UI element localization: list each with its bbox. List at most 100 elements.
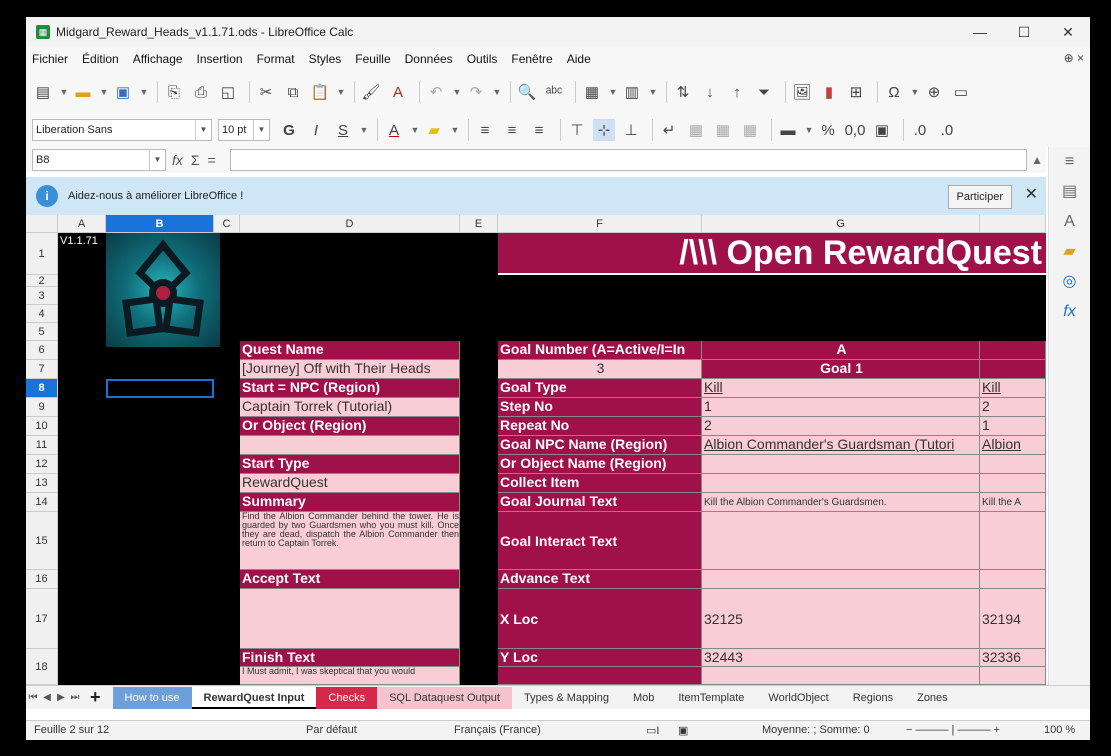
print-preview-icon[interactable]: ◱: [217, 81, 239, 103]
align-bottom-icon[interactable]: ⊥: [620, 119, 642, 141]
chevron-down-icon[interactable]: ▼: [910, 81, 920, 103]
insert-image-icon[interactable]: 🖼: [791, 81, 813, 103]
menu-fenetre[interactable]: Fenêtre: [511, 52, 552, 66]
row-header[interactable]: 3: [26, 287, 58, 305]
goal2-collect-cell[interactable]: [980, 474, 1046, 493]
row-header[interactable]: 12: [26, 455, 58, 474]
column-icon[interactable]: ▥: [621, 81, 643, 103]
chevron-down-icon[interactable]: ▼: [359, 119, 369, 141]
column-header-c[interactable]: C: [214, 215, 240, 233]
properties-icon[interactable]: ▤: [1049, 177, 1090, 207]
menu-feuille[interactable]: Feuille: [355, 52, 390, 66]
currency-format-icon[interactable]: ▬: [777, 119, 799, 141]
tab-regions[interactable]: Regions: [841, 687, 905, 709]
chevron-down-icon[interactable]: ▼: [608, 81, 618, 103]
row-header[interactable]: 14: [26, 493, 58, 512]
selection-mode-icon[interactable]: ▭I: [646, 724, 659, 737]
goal1-advance-cell[interactable]: [702, 570, 980, 589]
cut-icon[interactable]: ✂: [255, 81, 277, 103]
row-header[interactable]: 2: [26, 275, 58, 287]
prev-sheet-icon[interactable]: ◀: [40, 692, 54, 703]
row-header[interactable]: 7: [26, 360, 58, 379]
align-center-icon[interactable]: ≡: [501, 119, 523, 141]
export-pdf-icon[interactable]: ⎘: [163, 81, 185, 103]
document-modified-icon[interactable]: ▣: [678, 724, 688, 737]
column-header-f[interactable]: F: [498, 215, 702, 233]
row-header[interactable]: 18: [26, 649, 58, 685]
extension-icon[interactable]: ⊕ ×: [1064, 51, 1084, 65]
undo-icon[interactable]: ↶: [425, 81, 447, 103]
goal1-step-cell[interactable]: 1: [702, 398, 980, 417]
chevron-down-icon[interactable]: ▼: [253, 120, 269, 140]
merge-cells-icon[interactable]: ▦: [712, 119, 734, 141]
row-header[interactable]: 10: [26, 417, 58, 436]
delete-decimal-icon[interactable]: .0: [936, 119, 958, 141]
goal2-xloc-cell[interactable]: 32194: [980, 589, 1046, 649]
first-sheet-icon[interactable]: ⏮: [26, 692, 40, 703]
chevron-down-icon[interactable]: ▼: [195, 120, 211, 140]
sort-icon[interactable]: ⇅: [672, 81, 694, 103]
unmerge-cells-icon[interactable]: ▦: [739, 119, 761, 141]
hyperlink-icon[interactable]: ⊕: [923, 81, 945, 103]
row-header[interactable]: 8: [26, 379, 58, 398]
percent-format-button[interactable]: %: [817, 119, 839, 141]
italic-button[interactable]: I: [305, 119, 327, 141]
goal1-repeat-cell[interactable]: 2: [702, 417, 980, 436]
accept-text-cell[interactable]: [240, 589, 460, 649]
new-document-icon[interactable]: ▤: [32, 81, 54, 103]
insert-chart-icon[interactable]: ▮: [818, 81, 840, 103]
sum-icon[interactable]: Σ: [191, 152, 200, 168]
highlight-color-icon[interactable]: ▰: [423, 119, 445, 141]
selected-cell-cursor[interactable]: [106, 379, 214, 398]
menu-fichier[interactable]: Fichier: [32, 52, 68, 66]
tab-itemtemplate[interactable]: ItemTemplate: [666, 687, 756, 709]
row-header[interactable]: 16: [26, 570, 58, 589]
chevron-down-icon[interactable]: ▼: [648, 81, 658, 103]
number-format-button[interactable]: 0,0: [844, 119, 866, 141]
start-type-cell[interactable]: RewardQuest: [240, 474, 460, 493]
tab-worldobject[interactable]: WorldObject: [756, 687, 840, 709]
column-header-g[interactable]: G: [702, 215, 980, 233]
goal2-npc-cell[interactable]: Albion: [980, 436, 1046, 455]
functions-icon[interactable]: fx: [1049, 297, 1090, 327]
tab-rewardquest-input[interactable]: RewardQuest Input: [191, 686, 317, 709]
clone-formatting-icon[interactable]: 🖌: [360, 81, 382, 103]
goal1-title-cell[interactable]: Goal 1: [702, 360, 980, 379]
goal2-title-cell[interactable]: [980, 360, 1046, 379]
goal2-yloc-cell[interactable]: 32336: [980, 649, 1046, 667]
sort-ascending-icon[interactable]: ↓: [699, 81, 721, 103]
goal1-npc-cell[interactable]: Albion Commander's Guardsman (Tutori: [702, 436, 980, 455]
language-status[interactable]: Français (France): [454, 724, 541, 736]
goal2-type-cell[interactable]: Kill: [980, 379, 1046, 398]
finish-text-cell[interactable]: I Must admit, I was skeptical that you w…: [240, 667, 460, 685]
chevron-down-icon[interactable]: ▼: [139, 81, 149, 103]
comment-icon[interactable]: ▭: [950, 81, 972, 103]
paste-icon[interactable]: 📋: [309, 81, 331, 103]
menu-edition[interactable]: Édition: [82, 52, 119, 66]
column-header-b[interactable]: B: [106, 215, 214, 233]
goal1-letter-cell[interactable]: A: [702, 341, 980, 360]
goal2-next-cell[interactable]: [980, 667, 1046, 685]
align-middle-icon[interactable]: ⊹: [593, 119, 615, 141]
formula-equals-icon[interactable]: =: [208, 152, 216, 168]
merge-center-icon[interactable]: ▦: [685, 119, 707, 141]
redo-icon[interactable]: ↷: [465, 81, 487, 103]
chevron-down-icon[interactable]: ▼: [492, 81, 502, 103]
row-header[interactable]: 13: [26, 474, 58, 493]
goal1-xloc-cell[interactable]: 32125: [702, 589, 980, 649]
open-folder-icon[interactable]: ▬: [72, 81, 94, 103]
tab-checks[interactable]: Checks: [316, 686, 378, 709]
clear-formatting-icon[interactable]: A: [387, 81, 409, 103]
column-header-d[interactable]: D: [240, 215, 460, 233]
goal2-letter-cell[interactable]: [980, 341, 1046, 360]
underline-button[interactable]: S: [332, 119, 354, 141]
goal-number-cell[interactable]: 3: [498, 360, 702, 379]
styles-icon[interactable]: A: [1049, 207, 1090, 237]
align-right-icon[interactable]: ≡: [528, 119, 550, 141]
participate-button[interactable]: Participer: [947, 185, 1012, 209]
add-decimal-icon[interactable]: .0: [909, 119, 931, 141]
function-wizard-icon[interactable]: fx: [172, 152, 183, 168]
summary-cell[interactable]: Find the Albion Commander behind the tow…: [240, 512, 460, 570]
maximize-button[interactable]: ☐: [1002, 17, 1046, 47]
menu-styles[interactable]: Styles: [309, 52, 342, 66]
